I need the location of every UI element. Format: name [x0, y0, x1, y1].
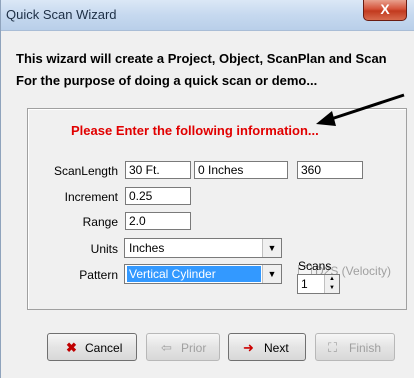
- cancel-x-icon: ✖: [66, 340, 77, 355]
- units-dropdown[interactable]: Inches ▼: [124, 238, 282, 258]
- chevron-down-icon[interactable]: ▼: [262, 239, 281, 257]
- scans-value: 1: [301, 277, 308, 291]
- intro-line-2: For the purpose of doing a quick scan or…: [16, 73, 318, 88]
- finish-button[interactable]: ⛶ Finish: [315, 333, 395, 361]
- arrow-annotation-icon: [316, 93, 405, 126]
- prior-label: Prior: [181, 341, 207, 355]
- pattern-value: Vertical Cylinder: [127, 266, 261, 282]
- next-arrow-icon: ➜: [243, 340, 254, 355]
- scans-label: Scans: [298, 259, 332, 273]
- prior-arrow-icon: ⇦: [161, 340, 172, 355]
- range-input[interactable]: 2.0: [125, 212, 191, 230]
- range-label: Range: [82, 215, 118, 229]
- increment-label: Increment: [64, 190, 118, 204]
- pattern-label: Pattern: [79, 268, 118, 282]
- spinner-up-icon[interactable]: ▲: [324, 275, 339, 284]
- finish-label: Finish: [349, 341, 382, 355]
- finish-icon: ⛶: [328, 340, 338, 355]
- cancel-label: Cancel: [85, 341, 123, 355]
- scans-spinner[interactable]: 1 ▲ ▼: [297, 274, 340, 294]
- increment-input[interactable]: 0.25: [125, 187, 191, 205]
- pattern-dropdown[interactable]: Vertical Cylinder ▼: [124, 264, 282, 284]
- close-button[interactable]: X: [363, 0, 407, 21]
- window-title: Quick Scan Wizard: [6, 7, 117, 22]
- units-value: Inches: [129, 241, 165, 255]
- quick-scan-wizard-window: Quick Scan Wizard X This wizard will cre…: [0, 0, 414, 378]
- intro-line-1: This wizard will create a Project, Objec…: [16, 51, 387, 66]
- next-button[interactable]: ➜ Next: [228, 333, 306, 361]
- scanlength-degrees-input[interactable]: 360: [297, 161, 363, 179]
- cancel-button[interactable]: ✖ Cancel: [47, 333, 137, 361]
- scanlength-label: ScanLength: [53, 164, 118, 178]
- close-icon: X: [380, 1, 390, 17]
- prompt-text: Please Enter the following information..…: [71, 123, 319, 138]
- title-bar[interactable]: Quick Scan Wizard X: [0, 0, 414, 31]
- scanlength-inches-input[interactable]: 0 Inches: [194, 161, 288, 179]
- spinner-down-icon[interactable]: ▼: [324, 284, 339, 293]
- chevron-down-icon[interactable]: ▼: [262, 265, 281, 283]
- scanlength-feet-input[interactable]: 30 Ft.: [125, 161, 191, 179]
- next-label: Next: [264, 341, 289, 355]
- units-label: Units: [90, 242, 118, 256]
- prior-button[interactable]: ⇦ Prior: [146, 333, 220, 361]
